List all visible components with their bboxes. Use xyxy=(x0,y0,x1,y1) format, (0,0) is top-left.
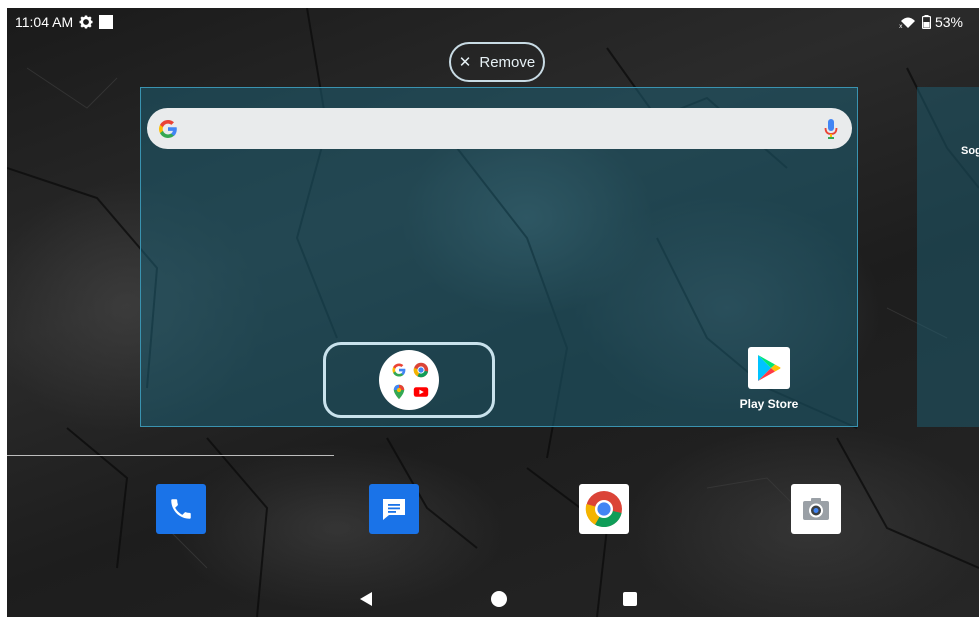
status-right: x 53% xyxy=(898,14,963,30)
google-g-icon xyxy=(159,120,177,138)
remove-label: Remove xyxy=(479,53,536,71)
next-workspace-page[interactable]: Sog xyxy=(917,87,979,427)
remove-drop-target[interactable]: ✕ Remove xyxy=(449,42,545,82)
google-search-widget[interactable] xyxy=(147,108,852,149)
play-store-label: Play Store xyxy=(739,397,799,411)
clock: 11:04 AM xyxy=(15,14,74,30)
recents-button[interactable] xyxy=(623,592,637,606)
camera-app-icon[interactable] xyxy=(791,484,841,534)
status-bar: 11:04 AM x 53% xyxy=(7,8,979,36)
status-left: 11:04 AM xyxy=(15,14,114,30)
home-button[interactable] xyxy=(491,591,507,607)
svg-text:x: x xyxy=(899,23,903,29)
chrome-app-icon xyxy=(413,362,429,378)
microphone-icon[interactable] xyxy=(824,118,838,140)
chrome-app-icon[interactable] xyxy=(579,484,629,534)
close-icon: ✕ xyxy=(458,54,472,71)
back-icon[interactable] xyxy=(359,591,373,607)
battery-percent: 53% xyxy=(934,14,963,30)
play-store-app[interactable]: Play Store xyxy=(731,347,807,411)
hotseat-divider xyxy=(7,455,334,456)
home-screen: 11:04 AM x 53% ✕ Remove Sog Play Store xyxy=(7,8,979,617)
google-app-icon xyxy=(392,363,406,377)
wifi-x-icon: x xyxy=(899,17,915,29)
youtube-app-icon xyxy=(413,387,429,397)
phone-app-icon[interactable] xyxy=(156,484,206,534)
app-folder[interactable] xyxy=(379,350,439,410)
notification-square-icon xyxy=(99,15,114,29)
battery-icon xyxy=(921,15,931,29)
settings-gear-icon xyxy=(79,15,93,29)
maps-app-icon xyxy=(393,384,405,400)
next-page-label-fragment: Sog xyxy=(961,145,979,157)
play-store-icon xyxy=(748,347,790,389)
messages-app-icon[interactable] xyxy=(369,484,419,534)
